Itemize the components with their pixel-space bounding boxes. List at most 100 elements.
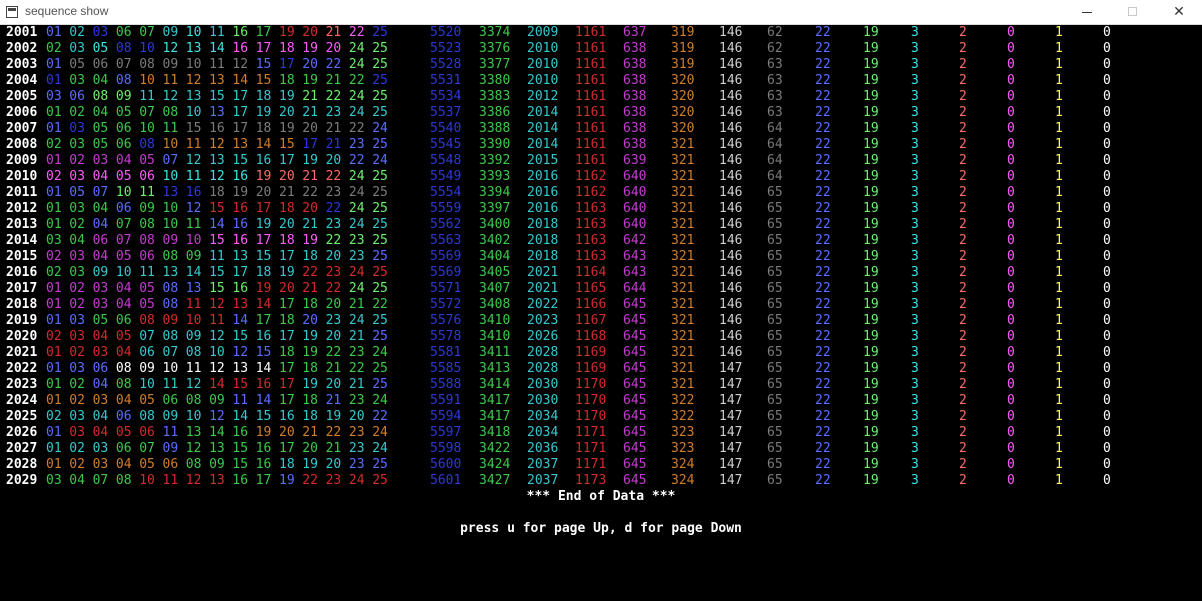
drawn-number: 09 — [162, 313, 179, 328]
drawn-number: 21 — [325, 441, 342, 456]
drawn-number: 25 — [372, 377, 388, 392]
drawn-number: 03 — [69, 249, 85, 264]
stat-value: 19 — [863, 329, 879, 344]
stat-value: 3417 — [479, 409, 511, 424]
drawn-number: 13 — [232, 137, 249, 152]
drawn-number: 20 — [348, 409, 365, 424]
stat-value: 2 — [959, 441, 967, 456]
stat-value: 320 — [671, 73, 695, 88]
drawn-number: 25 — [372, 73, 388, 88]
drawn-number: 22 — [348, 361, 365, 376]
stat-value: 147 — [719, 393, 743, 408]
stat-value: 645 — [623, 441, 647, 456]
drawn-number: 22 — [372, 409, 388, 424]
stat-value: 1165 — [575, 281, 607, 296]
stat-value: 0 — [1007, 89, 1015, 104]
stat-value: 5559 — [430, 201, 462, 216]
stat-value: 5520 — [430, 25, 462, 40]
table-row: 2023 01 02 04 08 10 11 12 14 15 16 17 19 20 21 25 5588 34… — [0, 377, 1202, 393]
drawn-number: 08 — [115, 473, 132, 488]
stat-value: 65 — [767, 265, 783, 280]
drawn-number: 19 — [302, 73, 318, 88]
drawn-number: 03 — [92, 297, 109, 312]
drawn-number: 20 — [302, 313, 318, 328]
stat-value: 19 — [863, 313, 879, 328]
drawn-number: 01 — [46, 217, 62, 232]
stat-value: 19 — [863, 185, 879, 200]
stat-value: 3383 — [479, 89, 511, 104]
minimize-icon — [1082, 12, 1092, 13]
drawn-number: 11 — [185, 297, 202, 312]
stat-value: 64 — [767, 153, 783, 168]
stat-value: 638 — [623, 105, 647, 120]
drawn-number: 19 — [279, 121, 295, 136]
stat-value: 321 — [671, 185, 695, 200]
minimize-button[interactable] — [1064, 0, 1110, 24]
stat-value: 1 — [1055, 121, 1063, 136]
close-button[interactable]: ✕ — [1156, 0, 1202, 24]
row-year: 2009 — [6, 153, 38, 168]
stat-value: 643 — [623, 265, 647, 280]
drawn-number: 11 — [185, 137, 202, 152]
drawn-number: 08 — [139, 313, 155, 328]
table-row: 2009 01 02 03 04 05 07 12 13 15 16 17 19 20 22 24 5548 33… — [0, 153, 1202, 169]
stat-value: 0 — [1103, 89, 1111, 104]
maximize-button[interactable] — [1110, 0, 1156, 24]
stat-value: 2034 — [527, 425, 559, 440]
drawn-number: 01 — [46, 153, 62, 168]
drawn-number: 01 — [46, 457, 62, 472]
stat-value: 19 — [863, 217, 879, 232]
drawn-number: 23 — [348, 137, 365, 152]
stat-value: 3 — [911, 57, 919, 72]
stat-value: 322 — [671, 393, 695, 408]
drawn-number: 04 — [115, 281, 132, 296]
drawn-number: 11 — [185, 169, 202, 184]
drawn-number: 18 — [279, 313, 295, 328]
drawn-number: 13 — [209, 441, 225, 456]
stat-value: 22 — [815, 73, 831, 88]
table-row: 2008 02 03 05 06 08 10 11 12 13 14 15 17 21 23 25 5545 33… — [0, 137, 1202, 153]
drawn-number: 15 — [209, 281, 225, 296]
table-row: 2024 01 02 03 04 05 06 08 09 11 14 17 18 21 23 24 5591 34… — [0, 393, 1202, 409]
stat-value: 0 — [1103, 169, 1111, 184]
drawn-number: 23 — [348, 233, 365, 248]
stat-value: 22 — [815, 457, 831, 472]
drawn-number: 01 — [46, 73, 62, 88]
drawn-number: 03 — [69, 41, 85, 56]
stat-value: 2 — [959, 217, 967, 232]
stat-value: 147 — [719, 457, 743, 472]
drawn-number: 03 — [46, 233, 62, 248]
drawn-number: 21 — [325, 25, 342, 40]
stat-value: 1161 — [575, 89, 607, 104]
stat-value: 65 — [767, 393, 783, 408]
drawn-number: 03 — [69, 361, 85, 376]
drawn-number: 10 — [185, 57, 202, 72]
drawn-number: 15 — [232, 329, 249, 344]
drawn-number: 07 — [92, 473, 109, 488]
help-message: press u for page Up, d for page Down — [460, 521, 742, 536]
stat-value: 645 — [623, 329, 647, 344]
stat-value: 22 — [815, 393, 831, 408]
stat-value: 3 — [911, 265, 919, 280]
stat-value: 3 — [911, 89, 919, 104]
stat-value: 1161 — [575, 121, 607, 136]
drawn-number: 03 — [69, 265, 85, 280]
drawn-number: 25 — [372, 329, 388, 344]
stat-value: 2 — [959, 169, 967, 184]
stat-value: 22 — [815, 153, 831, 168]
stat-value: 1 — [1055, 441, 1063, 456]
stat-value: 65 — [767, 361, 783, 376]
drawn-number: 23 — [325, 217, 342, 232]
drawn-number: 08 — [139, 217, 155, 232]
drawn-number: 14 — [255, 361, 272, 376]
stat-value: 3408 — [479, 297, 511, 312]
stat-value: 64 — [767, 169, 783, 184]
drawn-number: 09 — [209, 457, 225, 472]
stat-value: 146 — [719, 25, 743, 40]
stat-value: 3390 — [479, 137, 511, 152]
drawn-number: 12 — [209, 361, 225, 376]
drawn-number: 23 — [348, 425, 365, 440]
drawn-number: 16 — [209, 121, 225, 136]
drawn-number: 17 — [302, 137, 318, 152]
drawn-number: 08 — [162, 297, 179, 312]
